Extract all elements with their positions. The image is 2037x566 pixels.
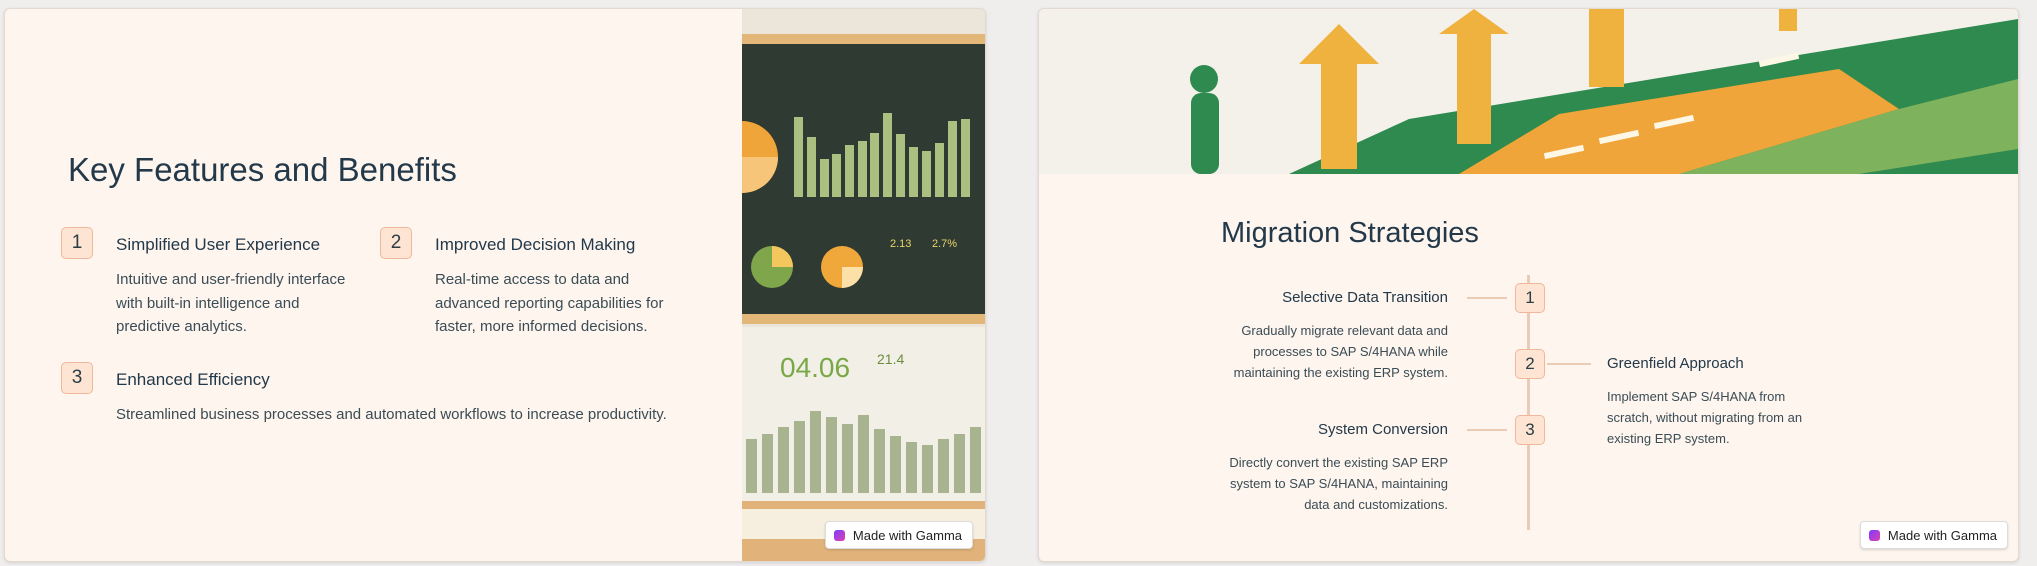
people-arrows-illustration-icon bbox=[1039, 9, 2018, 174]
strategy-number-badge: 3 bbox=[1515, 415, 1545, 445]
made-with-gamma-badge[interactable]: Made with Gamma bbox=[1859, 521, 2008, 549]
feature-description: Intuitive and user-friendly interface wi… bbox=[116, 271, 346, 335]
timeline-connector bbox=[1467, 297, 1507, 299]
gamma-logo-icon bbox=[833, 529, 845, 541]
people-arrows-illustration bbox=[1039, 9, 2018, 174]
feature-description: Real-time access to data and advanced re… bbox=[435, 271, 664, 335]
feature-number-badge: 3 bbox=[61, 362, 93, 394]
strategy-title: Greenfield Approach bbox=[1607, 355, 1744, 372]
strategy-description: Implement SAP S/4HANA from scratch, with… bbox=[1607, 389, 1803, 446]
svg-text:04.06: 04.06 bbox=[780, 352, 850, 383]
made-with-gamma-label: Made with Gamma bbox=[852, 527, 962, 543]
strategy-number-badge: 1 bbox=[1515, 283, 1545, 313]
slide-title: Key Features and Benefits bbox=[68, 151, 457, 188]
strategy-description: Gradually migrate relevant data and proc… bbox=[1233, 323, 1448, 380]
made-with-gamma-badge[interactable]: Made with Gamma bbox=[824, 521, 973, 549]
gamma-logo-icon bbox=[1868, 529, 1880, 541]
strategy-description: Directly convert the existing SAP ERP sy… bbox=[1229, 455, 1448, 512]
feature-title: Improved Decision Making bbox=[435, 235, 636, 254]
slide-migration-strategies: Migration Strategies 1 Selective Data Tr… bbox=[1038, 8, 2019, 562]
strategy-number-badge: 2 bbox=[1515, 349, 1545, 379]
slide-title: Migration Strategies bbox=[1221, 217, 1479, 249]
svg-text:2.13: 2.13 bbox=[890, 238, 911, 250]
feature-title: Simplified User Experience bbox=[116, 235, 321, 254]
feature-number-badge: 2 bbox=[380, 227, 412, 259]
svg-text:2.7%: 2.7% bbox=[932, 238, 957, 250]
timeline-line bbox=[1527, 275, 1530, 530]
timeline-connector bbox=[1467, 429, 1507, 431]
dashboard-illustration-icon: 2.13 2.7% 04.06 21.4 bbox=[742, 9, 985, 561]
dashboard-illustration: 2.13 2.7% 04.06 21.4 Made with Gamma bbox=[742, 9, 985, 561]
feature-title: Enhanced Efficiency bbox=[116, 370, 270, 389]
strategy-title: Selective Data Transition bbox=[1282, 289, 1448, 306]
feature-description: Streamlined business processes and autom… bbox=[116, 406, 667, 423]
timeline-connector bbox=[1547, 363, 1591, 365]
strategy-title: System Conversion bbox=[1317, 421, 1448, 438]
svg-text:21.4: 21.4 bbox=[877, 351, 904, 367]
feature-number-badge: 1 bbox=[61, 227, 93, 259]
slide-key-features: Key Features and Benefits 1 Simplified U… bbox=[4, 8, 986, 562]
made-with-gamma-label: Made with Gamma bbox=[1887, 527, 1997, 543]
